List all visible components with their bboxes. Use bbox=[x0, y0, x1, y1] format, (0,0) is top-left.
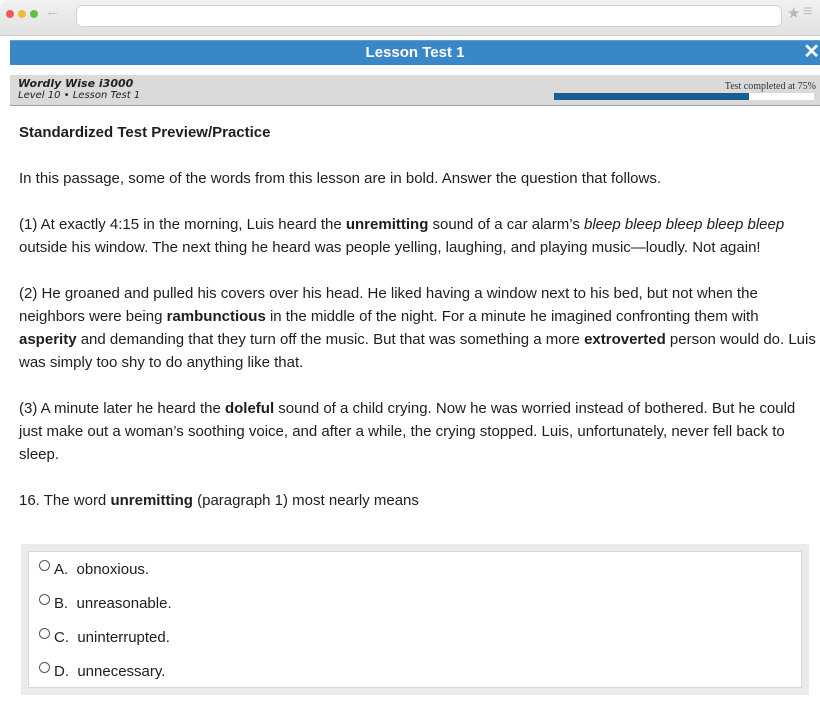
zoom-window-dot[interactable] bbox=[30, 10, 38, 18]
bold-word: asperity bbox=[19, 331, 77, 348]
text: (paragraph 1) most nearly means bbox=[192, 492, 419, 509]
radio-button[interactable] bbox=[39, 560, 50, 571]
bold-word: rambunctious bbox=[166, 308, 266, 325]
choice-b[interactable]: B. unreasonable. bbox=[39, 594, 172, 613]
bold-word: extroverted bbox=[584, 331, 666, 348]
lesson-titlebar: Lesson Test 1 ✕ bbox=[10, 40, 820, 65]
text: 16. The word bbox=[19, 492, 111, 509]
bold-word: unremitting bbox=[345, 216, 429, 233]
radio-button[interactable] bbox=[39, 628, 50, 639]
choice-letter: D. bbox=[54, 663, 69, 680]
choice-text: unnecessary. bbox=[77, 663, 166, 680]
text: (3) A minute later he heard the bbox=[19, 400, 225, 417]
close-window-dot[interactable] bbox=[6, 10, 14, 18]
back-arrow-icon[interactable]: ← bbox=[45, 3, 60, 20]
lesson-name: Level 10 • Lesson Test 1 bbox=[18, 90, 141, 101]
choice-text: obnoxious. bbox=[76, 561, 150, 578]
instructions: In this passage, some of the words from … bbox=[19, 170, 662, 187]
window-title: Lesson Test 1 bbox=[365, 44, 465, 61]
text: in the middle of the night. For a minute… bbox=[265, 308, 759, 325]
address-bar[interactable] bbox=[76, 5, 782, 27]
choice-c[interactable]: C. uninterrupted. bbox=[39, 628, 170, 647]
bold-word: doleful bbox=[224, 400, 275, 417]
question-text: 16. The word unremitting (paragraph 1) m… bbox=[19, 489, 819, 512]
radio-button[interactable] bbox=[39, 662, 50, 673]
text: and demanding that they turn off the mus… bbox=[76, 331, 585, 348]
close-icon[interactable]: ✕ bbox=[803, 41, 820, 63]
choice-letter: C. bbox=[54, 629, 69, 646]
italic-text: bleep bleep bleep bleep bleep bbox=[584, 216, 785, 233]
radio-button[interactable] bbox=[39, 594, 50, 605]
choice-text: uninterrupted. bbox=[77, 629, 170, 646]
paragraph-1: (1) At exactly 4:15 in the morning, Luis… bbox=[19, 213, 819, 259]
progress-fill bbox=[554, 93, 749, 100]
menu-icon[interactable]: ≡ bbox=[803, 3, 812, 21]
choice-text: unreasonable. bbox=[76, 595, 172, 612]
choice-a[interactable]: A. obnoxious. bbox=[39, 560, 149, 579]
browser-chrome: ← ★ ≡ bbox=[0, 0, 820, 36]
minimize-window-dot[interactable] bbox=[18, 10, 26, 18]
choice-letter: B. bbox=[54, 595, 69, 612]
paragraph-2: (2) He groaned and pulled his covers ove… bbox=[19, 282, 819, 374]
text: (1) At exactly 4:15 in the morning, Luis… bbox=[19, 216, 346, 233]
product-name: Wordly Wise i3000 bbox=[18, 77, 134, 90]
text: sound of a car alarm’s bbox=[428, 216, 584, 233]
star-icon[interactable]: ★ bbox=[787, 4, 800, 22]
choice-letter: A. bbox=[54, 561, 69, 578]
text: outside his window. The next thing he he… bbox=[19, 239, 761, 256]
choice-d[interactable]: D. unnecessary. bbox=[39, 662, 165, 681]
paragraph-3: (3) A minute later he heard the doleful … bbox=[19, 397, 819, 466]
bold-word: unremitting bbox=[110, 492, 193, 509]
lesson-info-bar: Wordly Wise i3000 Level 10 • Lesson Test… bbox=[10, 75, 820, 106]
progress-label: Test completed at 75% bbox=[724, 81, 816, 92]
answer-choices: A. obnoxious. B. unreasonable. C. uninte… bbox=[28, 551, 802, 688]
test-content: Standardized Test Preview/Practice In th… bbox=[19, 121, 819, 512]
page-title: Standardized Test Preview/Practice bbox=[19, 124, 271, 141]
progress-bar bbox=[554, 93, 814, 100]
